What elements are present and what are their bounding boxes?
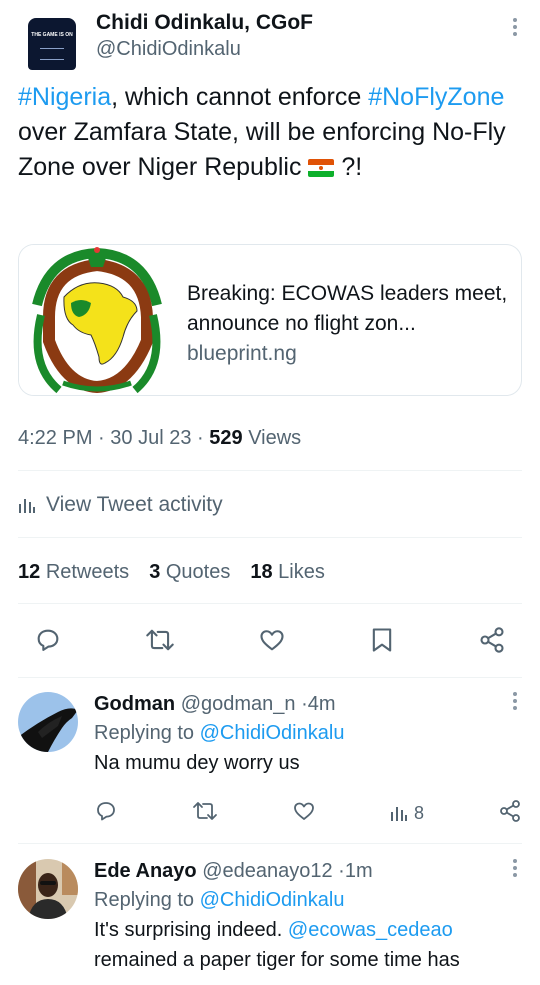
author-handle[interactable]: @ChidiOdinkalu	[96, 36, 313, 62]
replying-to-handle[interactable]: @ChidiOdinkalu	[200, 889, 345, 911]
meta-separator: ·	[98, 427, 105, 449]
replying-to: Replying to @ChidiOdinkalu	[94, 718, 514, 748]
bookmark-icon[interactable]	[369, 626, 395, 654]
reply-icon[interactable]	[34, 626, 62, 654]
view-tweet-activity-link[interactable]: View Tweet activity	[18, 490, 223, 520]
like-icon[interactable]	[258, 626, 286, 654]
reply-item[interactable]: Ede Anayo @edeanayo12 ·1m Replying to @C…	[18, 857, 522, 985]
reply-header: Godman @godman_n ·4m	[94, 690, 514, 718]
tweet-time[interactable]: 4:22 PM	[18, 427, 92, 449]
meta-separator: ·	[338, 860, 345, 882]
tweet-stats: 12 Retweets 3 Quotes 18 Likes	[18, 558, 325, 586]
likes-label: Likes	[278, 561, 325, 583]
views-count: 529	[209, 427, 243, 449]
reply-age[interactable]: 4m	[308, 693, 336, 715]
reply-author-handle[interactable]: @edeanayo12	[202, 860, 332, 882]
link-card-title: Breaking: ECOWAS leaders meet, announce …	[187, 282, 508, 335]
tweet-text-part: , which cannot enforce	[111, 83, 369, 111]
more-options-icon[interactable]	[512, 692, 518, 714]
link-card[interactable]: Breaking: ECOWAS leaders meet, announce …	[18, 244, 522, 396]
reply-views[interactable]: 8	[390, 803, 424, 824]
share-icon[interactable]	[478, 626, 506, 654]
more-options-icon[interactable]	[512, 18, 518, 40]
author-name[interactable]: Chidi Odinkalu, CGoF	[96, 10, 313, 36]
reply-text: Na mumu dey worry us	[94, 752, 300, 774]
retweets-count: 12	[18, 561, 41, 583]
author-info: Chidi Odinkalu, CGoF @ChidiOdinkalu	[96, 10, 313, 62]
author-avatar[interactable]: THE GAME IS ON	[24, 16, 80, 72]
tweet-text: #Nigeria, which cannot enforce #NoFlyZon…	[18, 80, 518, 185]
like-icon[interactable]	[292, 799, 316, 828]
quotes-stat[interactable]: 3 Quotes	[149, 558, 230, 586]
ecowas-logo-icon	[19, 245, 169, 395]
reply-author-name[interactable]: Ede Anayo	[94, 860, 197, 882]
tweet-text-part: ?!	[334, 153, 363, 181]
reply-action-bar: 8	[94, 798, 522, 828]
views-label: Views	[248, 427, 302, 449]
retweets-label: Retweets	[45, 561, 130, 583]
replying-to-prefix: Replying to	[94, 889, 195, 911]
share-icon[interactable]	[498, 799, 522, 828]
tweet-text-part: over Zamfara State, will be enforcing No…	[18, 118, 506, 181]
divider	[18, 603, 522, 604]
likes-count: 18	[250, 561, 273, 583]
reply-body: Ede Anayo @edeanayo12 ·1m Replying to @C…	[94, 857, 514, 975]
reply-icon[interactable]	[94, 799, 118, 828]
activity-label: View Tweet activity	[46, 493, 223, 516]
quotes-label: Quotes	[165, 561, 231, 583]
reply-text: It's surprising indeed. @ecowas_cedeao r…	[94, 915, 514, 975]
reply-views-count: 8	[413, 802, 424, 823]
replying-to: Replying to @ChidiOdinkalu	[94, 885, 514, 915]
likes-stat[interactable]: 18 Likes	[250, 558, 325, 586]
retweet-icon[interactable]	[192, 799, 218, 828]
more-options-icon[interactable]	[512, 859, 518, 881]
reply-avatar[interactable]	[18, 692, 78, 752]
tweet-header: THE GAME IS ON Chidi Odinkalu, CGoF @Chi…	[18, 10, 522, 72]
meta-separator: ·	[301, 693, 308, 715]
reply-avatar[interactable]	[18, 859, 78, 919]
reply-body: Godman @godman_n ·4m Replying to @ChidiO…	[94, 690, 514, 778]
tweet-action-bar	[34, 620, 506, 660]
divider	[18, 677, 522, 678]
reply-text-part: It's surprising indeed.	[94, 919, 288, 941]
link-card-text: Breaking: ECOWAS leaders meet, announce …	[187, 279, 517, 369]
reply-item[interactable]: Godman @godman_n ·4m Replying to @ChidiO…	[18, 690, 522, 840]
reply-author-handle[interactable]: @godman_n	[181, 693, 296, 715]
divider	[18, 843, 522, 844]
analytics-icon	[390, 807, 407, 821]
replying-to-handle[interactable]: @ChidiOdinkalu	[200, 722, 345, 744]
tweet-meta: 4:22 PM · 30 Jul 23 · 529 Views	[18, 424, 301, 452]
replying-to-prefix: Replying to	[94, 722, 195, 744]
tweet-date[interactable]: 30 Jul 23	[110, 427, 191, 449]
reply-age[interactable]: 1m	[345, 860, 373, 882]
divider	[18, 470, 522, 471]
niger-flag-icon	[308, 159, 335, 177]
meta-separator: ·	[197, 427, 204, 449]
link-card-domain: blueprint.ng	[187, 342, 297, 365]
hashtag-nigeria[interactable]: #Nigeria	[18, 83, 111, 111]
reply-author-name[interactable]: Godman	[94, 693, 175, 715]
retweet-icon[interactable]	[145, 626, 175, 654]
divider	[18, 537, 522, 538]
avatar-shirt-lines	[40, 48, 64, 60]
quotes-count: 3	[149, 561, 161, 583]
reply-header: Ede Anayo @edeanayo12 ·1m	[94, 857, 514, 885]
mention-ecowas[interactable]: @ecowas_cedeao	[288, 919, 453, 941]
retweets-stat[interactable]: 12 Retweets	[18, 558, 129, 586]
reply-text-part: remained a paper tiger for some time has	[94, 949, 460, 971]
hashtag-noflyzone[interactable]: #NoFlyZone	[368, 83, 504, 111]
avatar-shirt: THE GAME IS ON	[28, 18, 76, 70]
analytics-icon	[19, 499, 35, 513]
avatar-shirt-text: THE GAME IS ON	[31, 32, 73, 38]
